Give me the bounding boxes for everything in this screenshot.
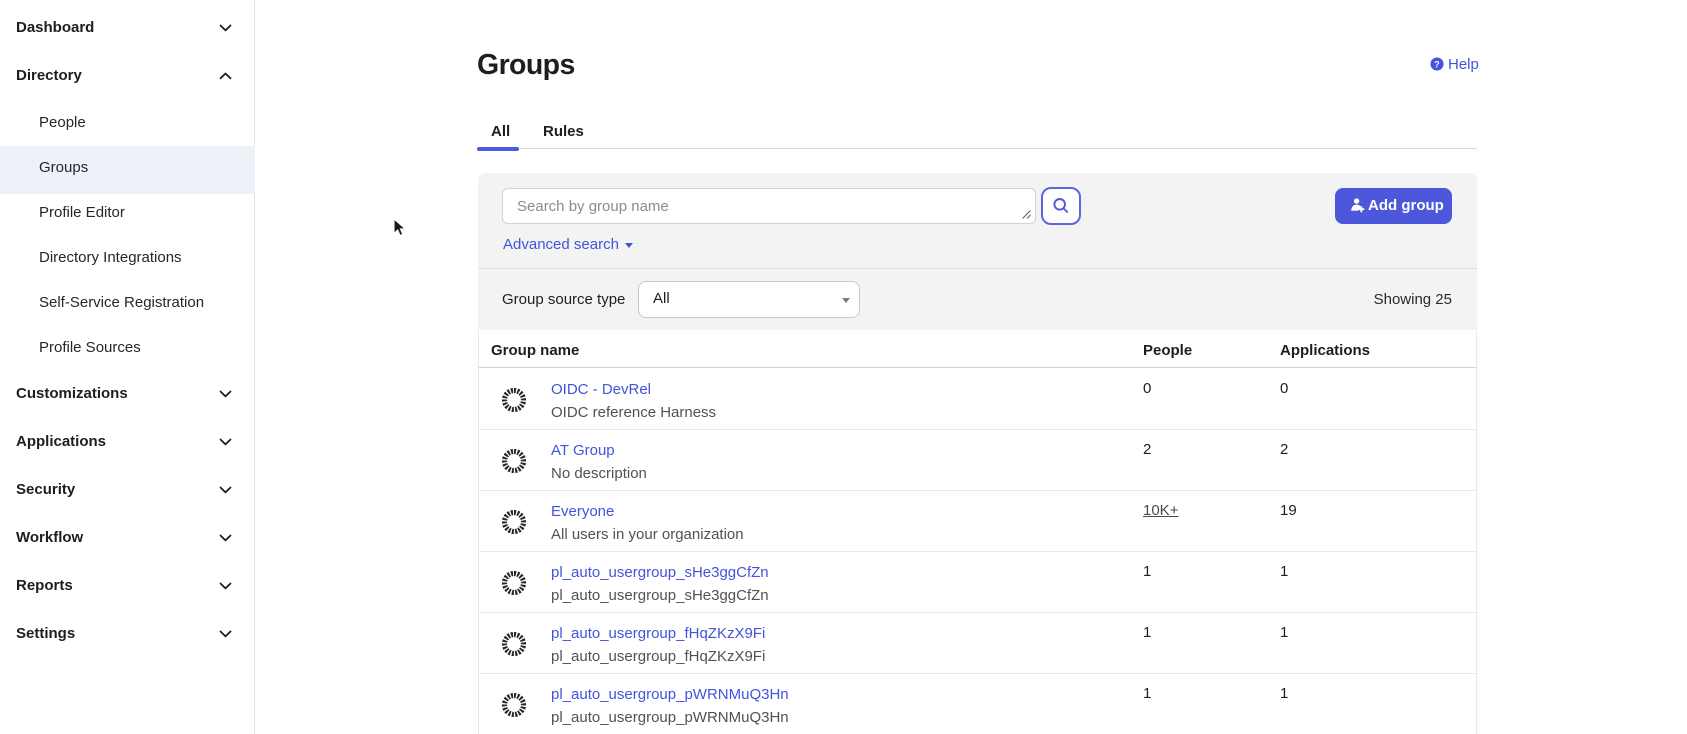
svg-text:?: ? [1434, 59, 1439, 69]
